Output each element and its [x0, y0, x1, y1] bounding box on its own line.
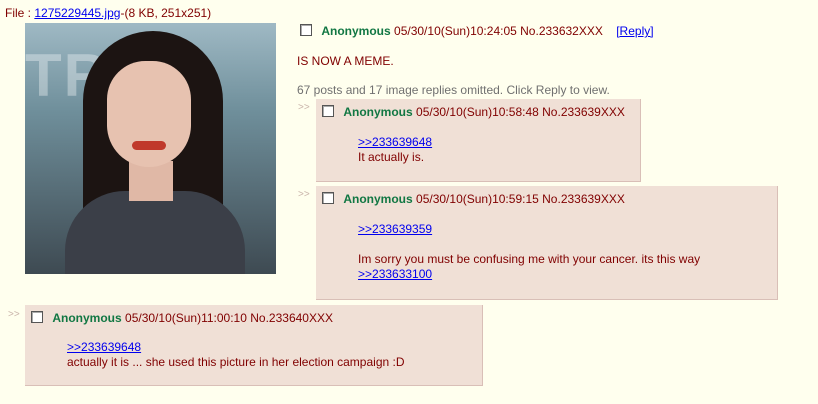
op-header: Anonymous 05/30/10(Sun)10:24:05 No.23363…	[300, 24, 654, 38]
quote-link[interactable]: >>233639648	[67, 340, 141, 354]
reply-poster-name: Anonymous	[343, 192, 413, 206]
reply-header: Anonymous 05/30/10(Sun)10:58:48 No.23363…	[322, 105, 625, 119]
reply-text: Im sorry you must be confusing me with y…	[358, 252, 701, 266]
omitted-notice: 67 posts and 17 image replies omitted. C…	[297, 83, 610, 97]
quote-link[interactable]: >>233633100	[358, 267, 432, 281]
reply-post-number[interactable]: No.233639XXX	[542, 192, 625, 206]
reply-poster-name: Anonymous	[52, 311, 122, 325]
reply-message: >>233639648 It actually is.	[358, 135, 432, 165]
file-info: File : 1275229445.jpg-(8 KB, 251x251)	[5, 6, 211, 20]
post-thumbnail-image[interactable]: TR	[25, 23, 276, 274]
reply-post: Anonymous 05/30/10(Sun)10:59:15 No.23363…	[316, 186, 778, 300]
reply-post: Anonymous 05/30/10(Sun)10:58:48 No.23363…	[316, 99, 641, 182]
quote-link[interactable]: >>233639359	[358, 222, 432, 236]
reply-header: Anonymous 05/30/10(Sun)11:00:10 No.23364…	[31, 311, 333, 325]
reply-datetime: 05/30/10(Sun)11:00:10	[125, 311, 247, 325]
op-poster-name: Anonymous	[321, 24, 391, 38]
op-post-number[interactable]: No.233632XXX	[520, 24, 603, 38]
reply-post: Anonymous 05/30/10(Sun)11:00:10 No.23364…	[25, 305, 483, 386]
reply-arrows: >>	[298, 102, 310, 113]
reply-delete-checkbox[interactable]	[322, 105, 334, 117]
op-delete-checkbox[interactable]	[300, 24, 312, 36]
reply-poster-name: Anonymous	[343, 105, 413, 119]
reply-text: It actually is.	[358, 150, 425, 164]
reply-message: >>233639359 Im sorry you must be confusi…	[358, 222, 700, 282]
op-datetime: 05/30/10(Sun)10:24:05	[394, 24, 517, 38]
reply-post-number[interactable]: No.233640XXX	[250, 311, 333, 325]
reply-delete-checkbox[interactable]	[31, 311, 43, 323]
reply-header: Anonymous 05/30/10(Sun)10:59:15 No.23363…	[322, 192, 625, 206]
op-message: IS NOW A MEME.	[297, 54, 394, 68]
reply-delete-checkbox[interactable]	[322, 192, 334, 204]
file-details: -(8 KB, 251x251)	[120, 6, 212, 20]
reply-datetime: 05/30/10(Sun)10:59:15	[416, 192, 539, 206]
reply-datetime: 05/30/10(Sun)10:58:48	[416, 105, 539, 119]
reply-text: actually it is ... she used this picture…	[67, 355, 405, 369]
reply-arrows: >>	[8, 309, 20, 320]
op-reply-link[interactable]: [Reply]	[616, 24, 653, 38]
reply-post-number[interactable]: No.233639XXX	[542, 105, 625, 119]
reply-arrows: >>	[298, 189, 310, 200]
reply-message: >>233639648 actually it is ... she used …	[67, 340, 405, 370]
quote-link[interactable]: >>233639648	[358, 135, 432, 149]
file-label: File :	[5, 6, 32, 20]
file-link[interactable]: 1275229445.jpg	[34, 6, 120, 20]
